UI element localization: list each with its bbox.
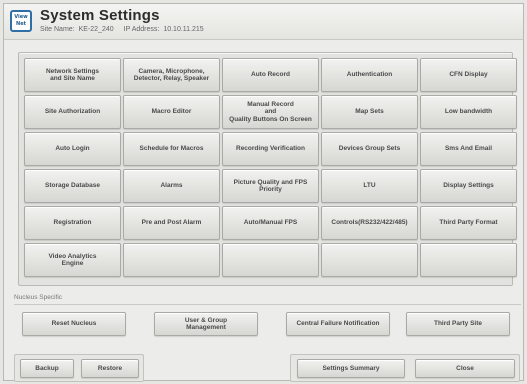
- empty-slot-26: [123, 243, 220, 277]
- ip-address-label: IP Address:: [123, 26, 160, 33]
- empty-slot-28: [321, 243, 418, 277]
- empty-slot-29: [420, 243, 517, 277]
- auto-manual-fps-button[interactable]: Auto/Manual FPS: [222, 206, 319, 240]
- site-name-label: Site Name:: [40, 26, 75, 33]
- map-sets-button[interactable]: Map Sets: [321, 95, 418, 129]
- app-logo: View Net: [10, 10, 32, 32]
- camera-microphone-detector-relay-speaker-button[interactable]: Camera, Microphone, Detector, Relay, Spe…: [123, 58, 220, 92]
- settings-button-panel: Network Settings and Site Name Camera, Mi…: [18, 52, 517, 286]
- site-name-value: KE-22_240: [78, 26, 114, 33]
- network-settings-and-site-name-button[interactable]: Network Settings and Site Name: [24, 58, 121, 92]
- restore-button[interactable]: Restore: [81, 359, 139, 378]
- central-failure-notification-button[interactable]: Central Failure Notification: [286, 312, 390, 336]
- alarms-button[interactable]: Alarms: [123, 169, 220, 203]
- low-bandwidth-button[interactable]: Low bandwidth: [420, 95, 517, 129]
- site-info: Site Name: KE-22_240 IP Address: 10.10.11.2…: [40, 26, 204, 33]
- backup-restore-group: Backup Restore: [14, 354, 144, 382]
- nucleus-section: Reset Nucleus User & Group Management Ce…: [14, 304, 521, 340]
- registration-button[interactable]: Registration: [24, 206, 121, 240]
- page-title: System Settings: [40, 7, 160, 24]
- recording-verification-button[interactable]: Recording Verification: [222, 132, 319, 166]
- nucleus-section-label: Nucleus Specific: [14, 294, 63, 301]
- ltu-button[interactable]: LTU: [321, 169, 418, 203]
- empty-slot-27: [222, 243, 319, 277]
- sms-and-email-button[interactable]: Sms And Email: [420, 132, 517, 166]
- reset-nucleus-button[interactable]: Reset Nucleus: [22, 312, 126, 336]
- settings-button-grid: Network Settings and Site Name Camera, Mi…: [24, 58, 517, 277]
- controls-rs232-422-485-button[interactable]: Controls(RS232/422/485): [321, 206, 418, 240]
- settings-summary-button[interactable]: Settings Summary: [297, 359, 405, 378]
- ip-address-value: 10.10.11.215: [163, 26, 204, 33]
- storage-database-button[interactable]: Storage Database: [24, 169, 121, 203]
- macro-editor-button[interactable]: Macro Editor: [123, 95, 220, 129]
- authentication-button[interactable]: Authentication: [321, 58, 418, 92]
- manual-record-and-quality-buttons-on-screen-button[interactable]: Manual Record and Quality Buttons On Scr…: [222, 95, 319, 129]
- picture-quality-and-fps-priority-button[interactable]: Picture Quality and FPS Priority: [222, 169, 319, 203]
- pre-and-post-alarm-button[interactable]: Pre and Post Alarm: [123, 206, 220, 240]
- settings-window: View Net System Settings Site Name: KE-22…: [3, 3, 524, 382]
- third-party-format-button[interactable]: Third Party Format: [420, 206, 517, 240]
- third-party-site-button[interactable]: Third Party Site: [406, 312, 510, 336]
- site-authorization-button[interactable]: Site Authorization: [24, 95, 121, 129]
- user-group-management-button[interactable]: User & Group Management: [154, 312, 258, 336]
- header-bar: View Net System Settings Site Name: KE-22…: [4, 4, 523, 40]
- backup-button[interactable]: Backup: [20, 359, 74, 378]
- auto-login-button[interactable]: Auto Login: [24, 132, 121, 166]
- close-button[interactable]: Close: [415, 359, 515, 378]
- video-analytics-engine-button[interactable]: Video Analytics Engine: [24, 243, 121, 277]
- devices-group-sets-button[interactable]: Devices Group Sets: [321, 132, 418, 166]
- summary-close-group: Settings Summary Close: [290, 354, 520, 382]
- auto-record-button[interactable]: Auto Record: [222, 58, 319, 92]
- display-settings-button[interactable]: Display Settings: [420, 169, 517, 203]
- schedule-for-macros-button[interactable]: Schedule for Macros: [123, 132, 220, 166]
- cfn-display-button[interactable]: CFN Display: [420, 58, 517, 92]
